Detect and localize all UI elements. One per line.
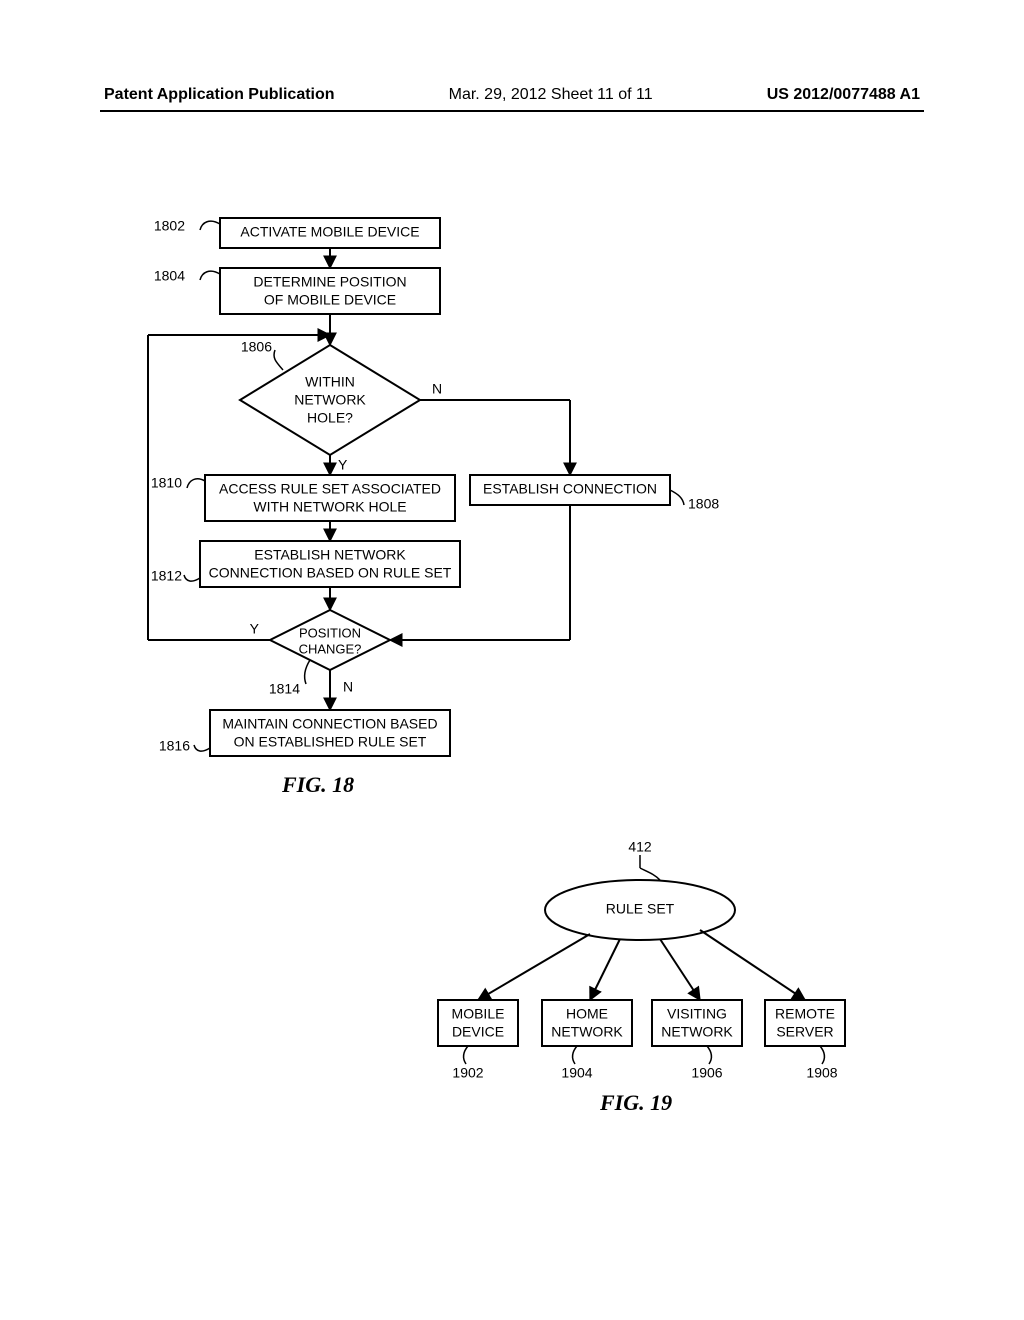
node-1908-text2: SERVER [776,1024,833,1040]
edge-412-1906 [660,939,700,1000]
node-1908-text1: REMOTE [775,1006,835,1022]
node-1904-text1: HOME [566,1006,608,1022]
node-1908-ref: 1908 [806,1065,837,1081]
fig19-caption: FIG. 19 [600,1090,672,1116]
node-1902-text1: MOBILE [452,1006,505,1022]
edge-412-1908 [700,930,805,1000]
node-1904: HOME NETWORK 1904 [542,1000,632,1081]
node-1906-ref: 1906 [691,1065,722,1081]
node-1904-ref: 1904 [561,1065,592,1081]
node-1906: VISITING NETWORK 1906 [652,1000,742,1081]
node-412: RULE SET 412 [545,839,735,940]
node-1908: REMOTE SERVER 1908 [765,1000,845,1081]
node-1906-text1: VISITING [667,1006,727,1022]
node-1904-text2: NETWORK [551,1024,623,1040]
node-412-ref: 412 [628,839,652,855]
node-1902-ref: 1902 [452,1065,483,1081]
node-412-text: RULE SET [606,901,675,917]
page: Patent Application Publication Mar. 29, … [0,0,1024,1320]
node-1906-text2: NETWORK [661,1024,733,1040]
fig19-svg: RULE SET 412 MOBILE DEVICE 1902 HOME NET… [0,0,1024,1320]
node-1902: MOBILE DEVICE 1902 [438,1000,518,1081]
edge-412-1902 [478,934,590,1000]
node-1902-text2: DEVICE [452,1024,504,1040]
edge-412-1904 [590,939,620,1000]
